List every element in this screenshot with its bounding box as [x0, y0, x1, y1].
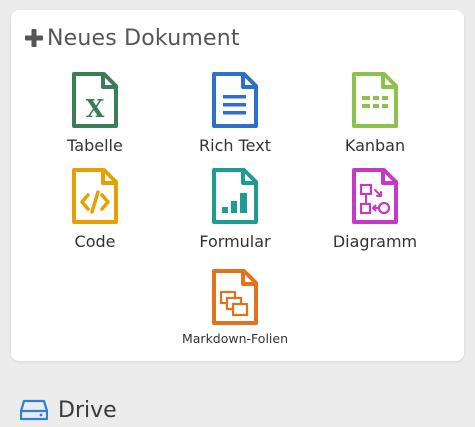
- plus-icon: [25, 29, 43, 47]
- code-file-icon: [71, 168, 119, 224]
- new-markdown-slides-button[interactable]: Markdown-Folien: [165, 269, 305, 365]
- richtext-label: Rich Text: [199, 136, 271, 155]
- drive-icon: [20, 398, 48, 422]
- spreadsheet-file-icon: X: [71, 72, 119, 128]
- form-file-icon: [211, 168, 259, 224]
- slides-file-icon: [211, 269, 259, 325]
- new-diagram-button[interactable]: Diagramm: [305, 168, 445, 264]
- svg-text:X: X: [86, 94, 105, 123]
- drive-label: Drive: [58, 397, 117, 423]
- richtext-file-icon: [211, 72, 259, 128]
- new-form-button[interactable]: Formular: [165, 168, 305, 264]
- new-document-title: Neues Dokument: [47, 25, 240, 51]
- kanban-file-icon: [351, 72, 399, 128]
- new-richtext-button[interactable]: Rich Text: [165, 72, 305, 168]
- new-document-panel: Neues Dokument X Tabelle Rich Text Kanba…: [11, 10, 464, 361]
- code-label: Code: [74, 232, 116, 251]
- new-document-header: Neues Dokument: [25, 23, 240, 53]
- new-kanban-button[interactable]: Kanban: [305, 72, 445, 168]
- new-code-button[interactable]: Code: [25, 168, 165, 264]
- kanban-label: Kanban: [344, 136, 406, 155]
- diagram-label: Diagramm: [332, 232, 418, 251]
- markdown-slides-label: Markdown-Folien: [181, 331, 288, 346]
- spreadsheet-label: Tabelle: [67, 136, 123, 155]
- diagram-file-icon: [351, 168, 399, 224]
- drive-section[interactable]: Drive: [20, 393, 117, 427]
- new-spreadsheet-button[interactable]: X Tabelle: [25, 72, 165, 168]
- form-label: Formular: [199, 232, 271, 251]
